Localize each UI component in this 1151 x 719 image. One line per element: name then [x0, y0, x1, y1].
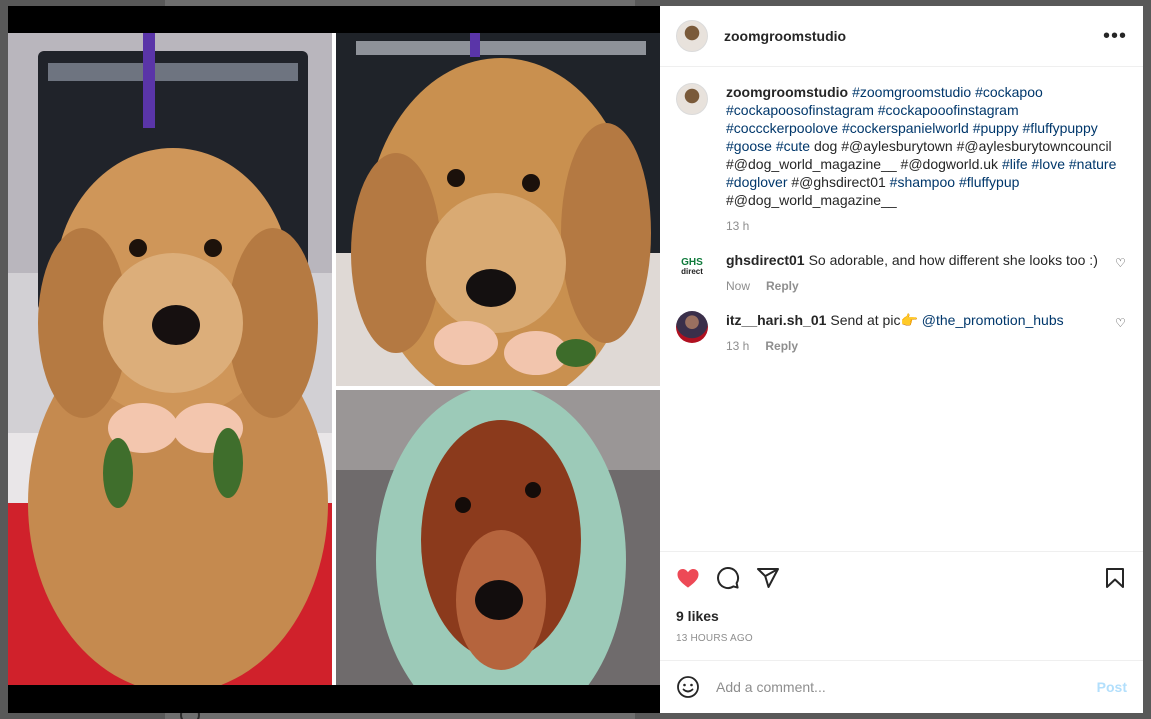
emoji-icon[interactable]: [676, 675, 700, 699]
hashtag-link[interactable]: #cockapoo: [975, 84, 1043, 100]
hashtag-link[interactable]: #doglover: [726, 174, 788, 190]
dog-photo-towel-wet: [336, 390, 660, 685]
caption-author-avatar[interactable]: [676, 83, 708, 115]
bookmark-icon: [1106, 568, 1124, 588]
comment-meta: Now Reply: [726, 277, 1107, 295]
comment-like-heart-icon[interactable]: ♡: [1115, 317, 1127, 355]
caption-text-segment: #@dog_world_magazine__: [726, 192, 897, 208]
post-timestamp: 13 HOURS AGO: [676, 633, 753, 644]
heart-filled-icon: [677, 569, 699, 588]
save-button[interactable]: [1087, 558, 1127, 598]
hashtag-link[interactable]: #puppy: [973, 120, 1019, 136]
post-modal: zoomgroomstudio ••• zoomgroomstudio #zoom…: [8, 6, 1143, 713]
like-button[interactable]: [676, 558, 716, 598]
reply-button[interactable]: Reply: [766, 277, 799, 295]
hashtag-link[interactable]: #life: [1002, 156, 1028, 172]
post-sidebar: zoomgroomstudio ••• zoomgroomstudio #zoom…: [660, 6, 1143, 713]
comment-item: itz__hari.sh_01 Send at pic👉 @the_promoti…: [676, 311, 1127, 355]
hashtag-link[interactable]: #zoomgroomstudio: [852, 84, 971, 100]
likes-count[interactable]: 9 likes: [676, 608, 1127, 624]
dog-photo-groomed-closeup: [336, 33, 660, 386]
commenter-avatar[interactable]: [676, 311, 708, 343]
hashtag-link[interactable]: #cockapooofinstagram: [878, 102, 1019, 118]
backdrop-post-edge-bottom: [165, 712, 635, 719]
caption-row: zoomgroomstudio #zoomgroomstudio #cockapo…: [676, 83, 1127, 235]
comment-like-heart-icon[interactable]: ♡: [1115, 257, 1127, 295]
author-avatar[interactable]: [676, 20, 708, 52]
comment-body: ghsdirect01 So adorable, and how differen…: [726, 251, 1107, 295]
comment-icon: [717, 567, 740, 589]
more-options-button[interactable]: •••: [1103, 24, 1127, 48]
caption-username[interactable]: zoomgroomstudio: [726, 84, 848, 100]
hashtag-link[interactable]: #nature: [1069, 156, 1116, 172]
caption-meta: 13 h: [726, 217, 1127, 235]
share-button[interactable]: [756, 558, 796, 598]
hashtag-link[interactable]: #cockapoosofinstagram: [726, 102, 874, 118]
caption-body: zoomgroomstudio #zoomgroomstudio #cockapo…: [726, 83, 1127, 235]
comment-body: itz__hari.sh_01 Send at pic👉 @the_promoti…: [726, 311, 1107, 355]
caption-text: #zoomgroomstudio #cockapoo #cockapoosofi…: [726, 84, 1116, 208]
comment-username[interactable]: itz__hari.sh_01: [726, 312, 826, 328]
hashtag-link[interactable]: #cute: [776, 138, 810, 154]
action-icon-row: [676, 558, 1127, 598]
hashtag-link[interactable]: #fluffypuppy: [1023, 120, 1098, 136]
reply-button[interactable]: Reply: [765, 337, 798, 355]
commenter-avatar[interactable]: GHS direct: [676, 251, 708, 283]
hashtag-link[interactable]: #coccckerpoolove: [726, 120, 838, 136]
comment-time: Now: [726, 279, 751, 293]
comment-button[interactable]: [716, 558, 756, 598]
comment-input[interactable]: [716, 679, 1097, 695]
hashtag-link[interactable]: #goose: [726, 138, 772, 154]
comment-text: Send at pic👉: [830, 312, 922, 328]
hashtag-link[interactable]: #shampoo: [890, 174, 955, 190]
commenter-avatar-text: GHS: [681, 257, 703, 268]
comment-composer: Post: [660, 660, 1143, 713]
commenter-avatar-subtext: direct: [681, 267, 703, 276]
hashtag-link[interactable]: #fluffypup: [959, 174, 1019, 190]
photo-collage: [8, 33, 660, 685]
hashtag-link[interactable]: #love: [1032, 156, 1065, 172]
post-comment-button[interactable]: Post: [1097, 679, 1127, 695]
comment-item: GHS direct ghsdirect01 So adorable, and h…: [676, 251, 1127, 295]
comment-list: zoomgroomstudio #zoomgroomstudio #cockapo…: [660, 67, 1143, 551]
comment-mention-link[interactable]: @the_promotion_hubs: [922, 312, 1064, 328]
share-icon: [757, 568, 779, 588]
caption-text-segment: #@ghsdirect01: [787, 174, 890, 190]
post-actions: 9 likes 13 HOURS AGO: [660, 551, 1143, 660]
post-media[interactable]: [8, 6, 660, 713]
comment-time: 13 h: [726, 339, 750, 353]
comment-meta: 13 h Reply: [726, 337, 1107, 355]
dog-photo-groomed-full: [8, 33, 332, 685]
comment-username[interactable]: ghsdirect01: [726, 252, 805, 268]
post-header: zoomgroomstudio •••: [660, 6, 1143, 67]
author-username[interactable]: zoomgroomstudio: [724, 28, 846, 44]
caption-time: 13 h: [726, 219, 750, 233]
more-horizontal-icon: •••: [1103, 25, 1128, 47]
comment-text: So adorable, and how different she looks…: [808, 252, 1098, 268]
hashtag-link[interactable]: #cockerspanielworld: [842, 120, 969, 136]
